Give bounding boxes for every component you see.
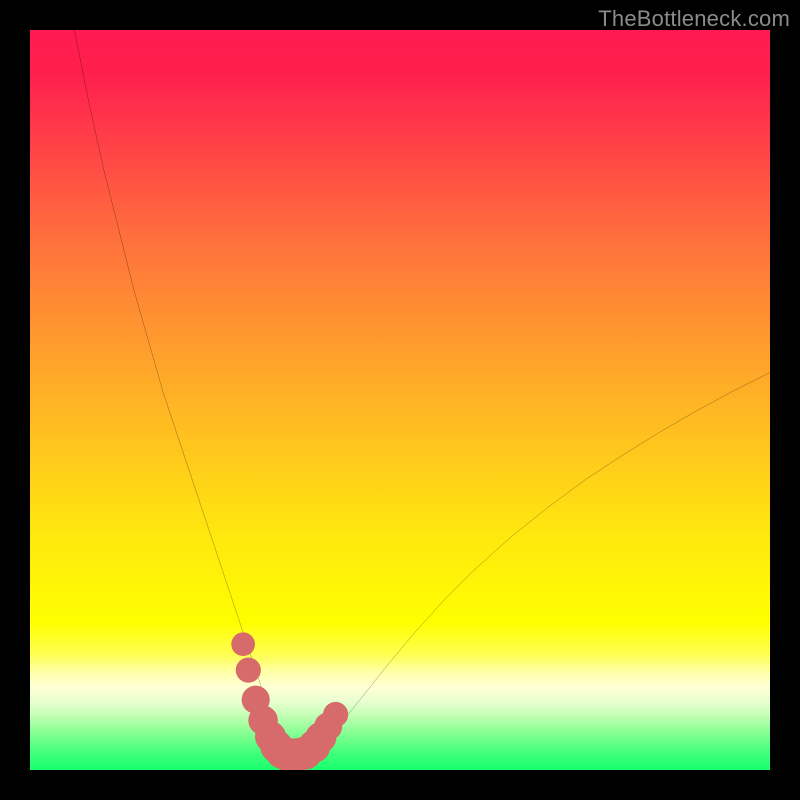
highlight-dot [236, 658, 261, 683]
watermark-text: TheBottleneck.com [598, 6, 790, 32]
bottleneck-curve [74, 30, 770, 755]
highlight-dots [231, 632, 348, 770]
highlight-dot [231, 632, 255, 656]
highlight-dot [323, 702, 348, 727]
curve-layer [30, 30, 770, 770]
plot-area [30, 30, 770, 770]
chart-frame: TheBottleneck.com [0, 0, 800, 800]
